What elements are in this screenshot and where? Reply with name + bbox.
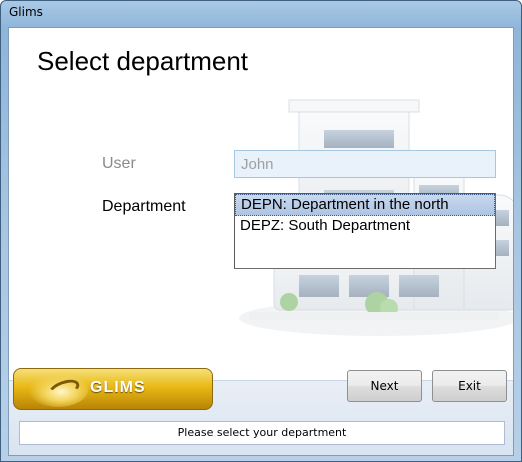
title-bar[interactable]: Glims xyxy=(1,1,521,27)
status-bar: Please select your department xyxy=(19,421,505,445)
department-item-depn[interactable]: DEPN: Department in the north xyxy=(235,194,495,216)
exit-button[interactable]: Exit xyxy=(432,370,507,402)
next-button[interactable]: Next xyxy=(347,370,422,402)
app-window: Glims Select department User John Depart… xyxy=(0,0,522,462)
main-panel: Select department User John Department D… xyxy=(9,28,513,380)
user-field: John xyxy=(234,150,496,178)
glims-logo: GLIMS xyxy=(13,368,213,410)
department-label: Department xyxy=(102,198,186,215)
page-title: Select department xyxy=(37,46,249,76)
window-title: Glims xyxy=(9,5,43,19)
logo-text: GLIMS xyxy=(90,379,146,396)
bottom-panel: GLIMS Next Exit Please select your depar… xyxy=(9,368,513,455)
client-area: Select department User John Department D… xyxy=(8,27,514,456)
department-list[interactable]: DEPN: Department in the north DEPZ: Sout… xyxy=(234,193,496,269)
department-item-depz[interactable]: DEPZ: South Department xyxy=(235,216,495,238)
user-label: User xyxy=(102,155,136,172)
